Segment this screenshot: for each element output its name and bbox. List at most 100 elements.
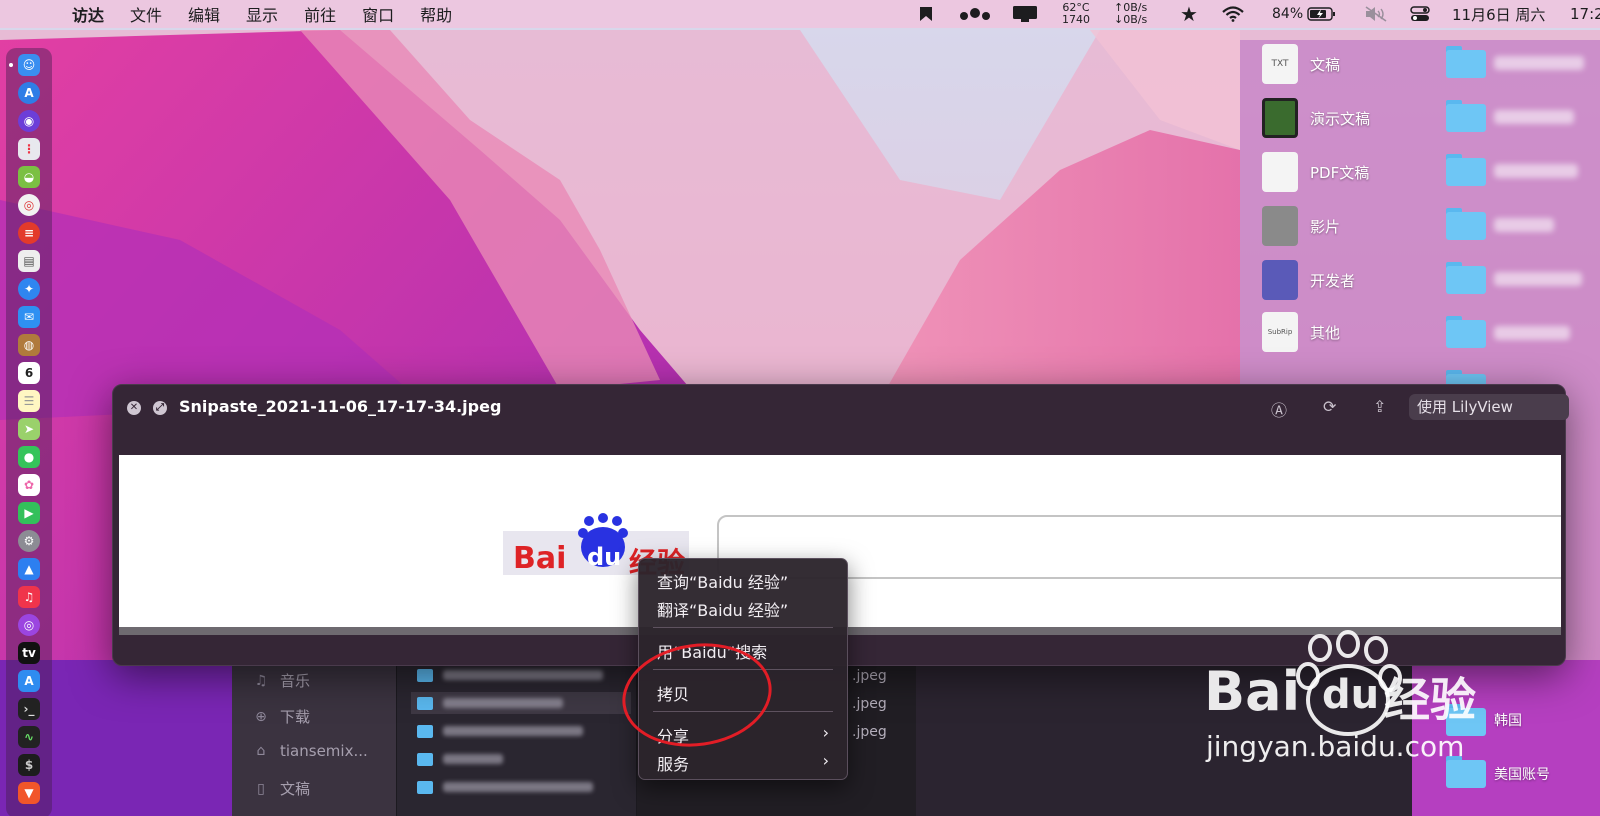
blurred-name [443,726,583,736]
star-status-icon[interactable]: ★ [1180,0,1198,28]
desktop-stack-developer[interactable]: 开发者 [1262,260,1355,300]
menu-finder[interactable]: 访达 [72,2,104,26]
battery-percentage[interactable]: 84% [1272,0,1337,28]
launchpad-icon[interactable]: ⋮ [18,138,40,160]
subrip-file-icon: SubRip [1262,312,1298,352]
mute-icon[interactable] [1364,0,1388,28]
folder-icon [417,780,433,794]
stack-label: 演示文稿 [1310,109,1371,128]
folder-icon[interactable] [1446,208,1486,240]
calendar-icon[interactable]: 6 [18,362,40,384]
menu-go[interactable]: 前往 [304,2,336,26]
network-speed[interactable]: ↑0B/s ↓0B/s [1114,0,1147,28]
sidebar-item-documents[interactable]: ▯ 文稿 [252,778,310,799]
brave-icon[interactable]: ▼ [18,782,40,804]
sidebar-item-home[interactable]: ⌂ tiansemix... [252,742,368,760]
wifi-icon[interactable] [1222,0,1244,28]
subrip-badge: SubRip [1267,328,1293,336]
red-app-icon[interactable]: ≡ [18,222,40,244]
open-with-button[interactable]: 使用 LilyView [1409,394,1569,420]
list-item[interactable] [417,720,583,742]
facetime-icon[interactable]: ▶ [18,502,40,524]
sensor-readout[interactable]: 62°C 1740 [1062,0,1090,28]
folder-icon[interactable] [1446,154,1486,186]
app-store-2-icon[interactable]: A [18,670,40,692]
bookmark-status-icon[interactable] [918,0,934,28]
mail-icon[interactable]: ✉ [18,306,40,328]
list-item[interactable] [417,748,503,770]
desktop-stack-pdf[interactable]: PDF文稿 [1262,152,1369,192]
list-item[interactable] [417,664,603,686]
desktop-stack-other[interactable]: SubRip 其他 [1262,312,1340,352]
file-extension-text[interactable]: .jpeg [852,696,887,712]
siri-icon[interactable]: ◉ [18,110,40,132]
folder-icon[interactable] [1446,46,1486,78]
sidebar-item-music[interactable]: ♫ 音乐 [252,670,310,691]
keynote-icon[interactable]: ▲ [18,558,40,580]
folder-icon [417,752,433,766]
desktop-stack-documents[interactable]: TXT 文稿 [1262,44,1340,84]
menu-window[interactable]: 窗口 [362,2,394,26]
app-store-icon[interactable]: A [18,82,40,104]
notes-icon[interactable]: ☰ [18,390,40,412]
podcasts-icon[interactable]: ◎ [18,614,40,636]
desktop-stack-movies[interactable]: 影片 [1262,206,1340,246]
photos-icon[interactable]: ✿ [18,474,40,496]
finder-app-icon[interactable]: ☺ [18,54,40,76]
stack-label: PDF文稿 [1310,163,1370,182]
console-icon[interactable]: $ [18,754,40,776]
battery-icon [1307,7,1336,21]
time-text[interactable]: 17:2 [1570,0,1600,28]
home-icon: ⌂ [256,743,266,759]
chrome-icon[interactable]: ◎ [18,194,40,216]
menu-item-translate[interactable]: 翻译“Baidu 经验” [657,597,788,621]
markup-icon[interactable]: Ⓐ [1271,397,1287,421]
folder-icon[interactable] [1446,316,1486,348]
folder-icon[interactable] [1446,100,1486,132]
safari-icon[interactable]: ✦ [18,278,40,300]
desktop-stack-presentations[interactable]: 演示文稿 [1262,98,1370,138]
menu-file[interactable]: 文件 [130,2,162,26]
contacts-icon[interactable]: ◍ [18,334,40,356]
file-extension-text[interactable]: .jpeg [852,668,887,684]
close-icon[interactable]: ✕ [127,401,141,415]
folder-icon [417,668,433,682]
logo-du-text: du [587,543,622,571]
apple-tv-icon[interactable]: tv [18,642,40,664]
folder-label-us-account[interactable]: 美国账号 [1494,764,1550,784]
menu-item-services[interactable]: 服务 [657,751,689,775]
file-extension-text[interactable]: .jpeg [852,724,887,740]
menu-view[interactable]: 显示 [246,2,278,26]
messages-icon[interactable]: ● [18,446,40,468]
system-preferences-icon[interactable]: ⚙ [18,530,40,552]
calculator-icon[interactable]: ▤ [18,250,40,272]
stack-label: 开发者 [1310,271,1356,290]
folder-icon[interactable] [1446,262,1486,294]
android-icon[interactable]: ◒ [18,166,40,188]
list-item[interactable] [417,776,593,798]
menu-item-lookup[interactable]: 查询“Baidu 经验” [657,569,788,593]
menu-edit[interactable]: 编辑 [188,2,220,26]
chevron-right-icon: › [822,751,829,770]
dots-status-icon[interactable] [960,0,990,28]
terminal-icon[interactable]: ›_ [18,698,40,720]
quicklook-filename: Snipaste_2021-11-06_17-17-34.jpeg [179,397,502,416]
blurred-name [443,782,593,792]
display-status-icon[interactable] [1012,0,1038,28]
stack-label: 文稿 [1310,55,1341,74]
rotate-icon[interactable]: ⟳ [1323,397,1336,416]
share-icon[interactable]: ⇪ [1373,397,1386,416]
menu-help[interactable]: 帮助 [420,2,452,26]
control-center-icon[interactable] [1410,0,1430,28]
activity-monitor-icon[interactable]: ∿ [18,726,40,748]
folder-label-korea[interactable]: 韩国 [1494,710,1522,730]
fullscreen-icon[interactable]: ⤢ [153,401,167,415]
movie-icon [1262,206,1298,246]
watermark-bai-text: Bai [1204,660,1301,723]
sidebar-item-downloads[interactable]: ⊕ 下载 [252,706,310,727]
running-indicator [9,63,13,67]
date-text[interactable]: 11月6日 周六 [1452,0,1545,28]
music-app-icon[interactable]: ♫ [18,586,40,608]
maps-icon[interactable]: ➤ [18,418,40,440]
list-item-selected[interactable] [411,692,631,714]
